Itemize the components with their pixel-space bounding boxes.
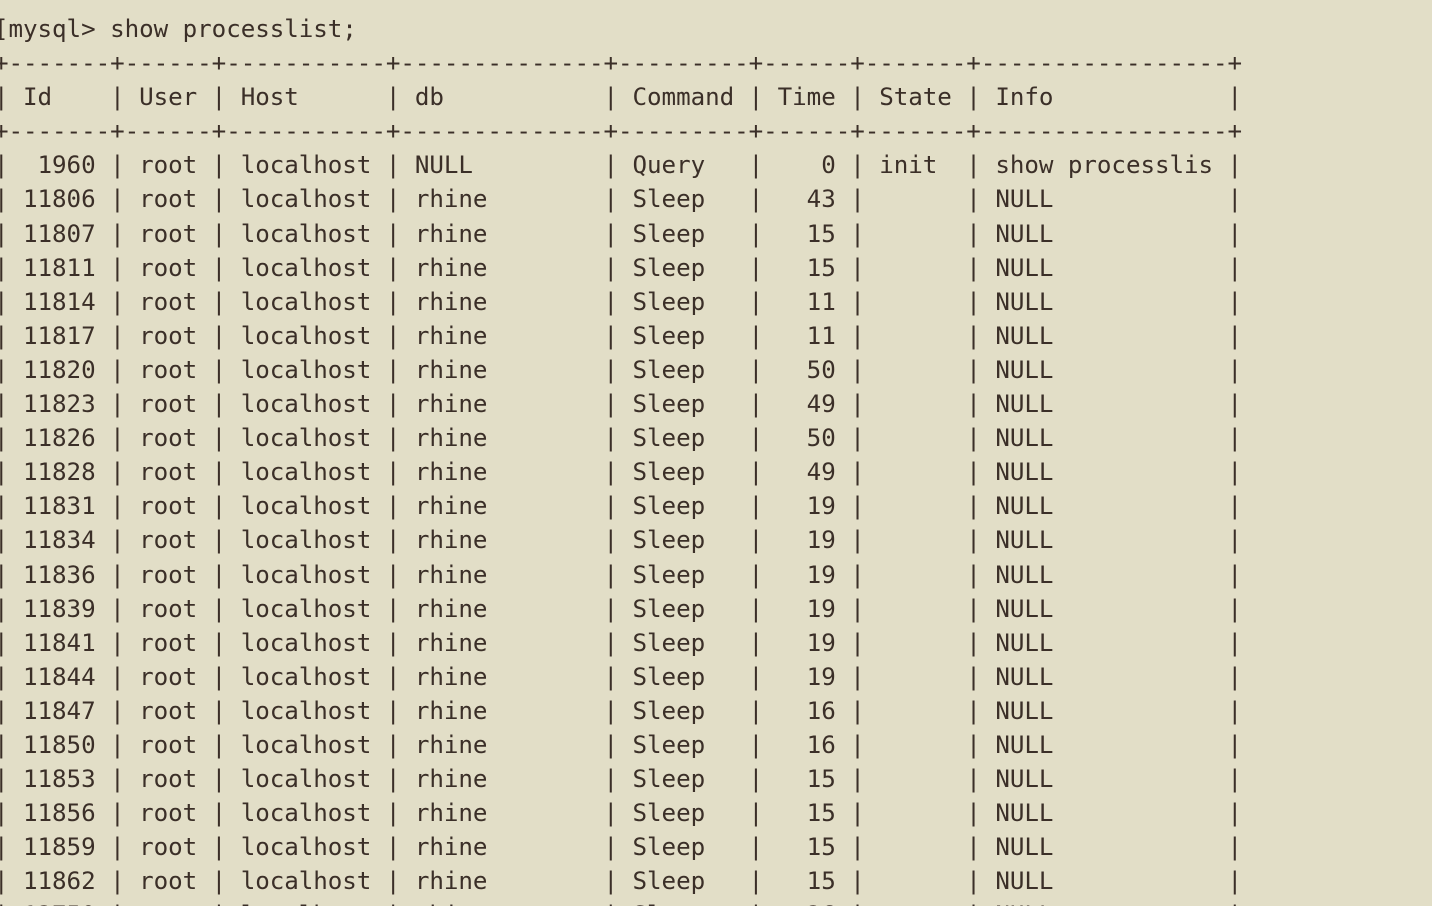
table-row: | 11856 | root | localhost | rhine | Sle… — [0, 799, 1243, 828]
table-row: | 11862 | root | localhost | rhine | Sle… — [0, 867, 1243, 896]
table-row: | 11847 | root | localhost | rhine | Sle… — [0, 696, 1243, 725]
table-row: | 11831 | root | localhost | rhine | Sle… — [0, 492, 1243, 521]
table-row: | 11834 | root | localhost | rhine | Sle… — [0, 526, 1243, 555]
table-row: | 11817 | root | localhost | rhine | Sle… — [0, 321, 1243, 350]
terminal-screen: [mysql> show processlist; +-------+-----… — [0, 12, 1432, 906]
table-row: | 11806 | root | localhost | rhine | Sle… — [0, 185, 1243, 214]
table-row: | 12750 | root | localhost | rhine_stats… — [0, 898, 1432, 906]
table-row: | 11841 | root | localhost | rhine | Sle… — [0, 628, 1243, 657]
processlist-table: +-------+------+-----------+------------… — [0, 46, 1432, 906]
table-row: | 11811 | root | localhost | rhine | Sle… — [0, 253, 1243, 282]
table-row: | 11807 | root | localhost | rhine | Sle… — [0, 219, 1243, 248]
table-row: | 11836 | root | localhost | rhine | Sle… — [0, 560, 1243, 589]
table-row: | 11844 | root | localhost | rhine | Sle… — [0, 662, 1243, 691]
table-row: | 11820 | root | localhost | rhine | Sle… — [0, 355, 1243, 384]
terminal-window[interactable]: [mysql> show processlist; +-------+-----… — [0, 0, 1432, 906]
table-separator-top: +-------+------+-----------+------------… — [0, 49, 1243, 78]
table-row: | 11839 | root | localhost | rhine | Sle… — [0, 594, 1243, 623]
table-row: | 11853 | root | localhost | rhine | Sle… — [0, 765, 1243, 794]
table-row: | 11823 | root | localhost | rhine | Sle… — [0, 390, 1243, 419]
table-row: | 11828 | root | localhost | rhine | Sle… — [0, 458, 1243, 487]
table-separator-header: +-------+------+-----------+------------… — [0, 117, 1243, 146]
table-row: | 11850 | root | localhost | rhine | Sle… — [0, 730, 1243, 759]
table-header-row: | Id | User | Host | db | Command | Time… — [0, 83, 1243, 112]
table-row: | 1960 | root | localhost | NULL | Query… — [0, 151, 1243, 180]
table-row: | 11826 | root | localhost | rhine | Sle… — [0, 424, 1243, 453]
table-row: | 11814 | root | localhost | rhine | Sle… — [0, 287, 1243, 316]
table-row: | 11859 | root | localhost | rhine | Sle… — [0, 833, 1243, 862]
command-prompt-line: [mysql> show processlist; — [0, 15, 357, 43]
